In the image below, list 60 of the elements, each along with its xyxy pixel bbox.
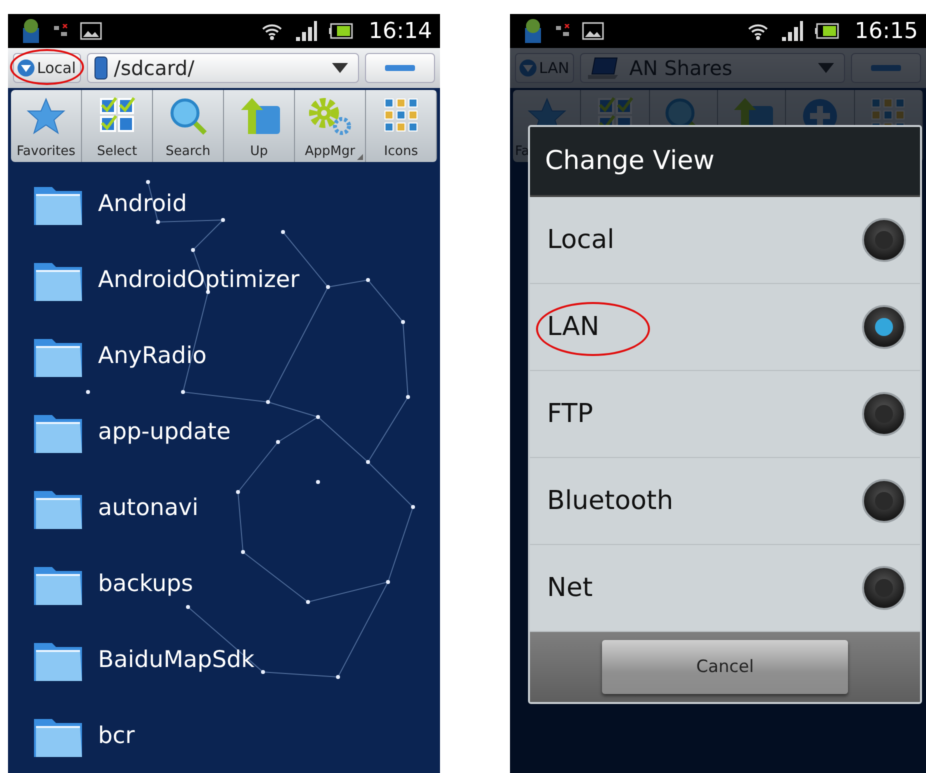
minus-icon (385, 65, 415, 71)
radio-button[interactable] (862, 479, 906, 523)
folder-name: AnyRadio (98, 343, 207, 369)
toolbar-button[interactable]: Select (82, 90, 153, 162)
dropdown-circle-icon (17, 59, 35, 77)
folder-name: bcr (98, 723, 135, 749)
view-option[interactable]: FTP (530, 371, 920, 458)
status-time: 16:15 (854, 18, 918, 44)
radio-button[interactable] (862, 566, 906, 610)
folder-name: backups (98, 571, 194, 597)
path-text: /sdcard/ (114, 56, 196, 80)
toolbar-button[interactable]: Search (153, 90, 224, 162)
path-text: AN Shares (629, 56, 734, 80)
folder-row[interactable]: Android (8, 166, 440, 242)
folder-row[interactable]: AndroidOptimizer (8, 242, 440, 318)
image-icon (80, 22, 102, 40)
app-box-icon (20, 18, 42, 44)
network-icon (54, 24, 68, 38)
app-box-icon (522, 18, 544, 44)
image-icon (582, 22, 604, 40)
radio-button[interactable] (862, 392, 906, 436)
status-time: 16:14 (368, 18, 432, 44)
checklist-icon (98, 96, 136, 134)
path-dropdown[interactable]: /sdcard/ (86, 53, 359, 83)
battery-icon (328, 23, 353, 39)
search-icon (168, 96, 208, 136)
view-option[interactable]: Local (530, 197, 920, 284)
folder-name: AndroidOptimizer (98, 267, 300, 293)
network-icon (556, 24, 570, 38)
signal-icon (780, 21, 803, 41)
grid-icon (382, 96, 420, 134)
radio-button[interactable] (862, 218, 906, 262)
cancel-button[interactable]: Cancel (602, 640, 848, 694)
signal-icon (294, 21, 317, 41)
toolbar-button[interactable]: Icons (366, 90, 437, 162)
view-option[interactable]: LAN (530, 284, 920, 371)
gears-icon (307, 96, 353, 136)
battery-icon (814, 23, 839, 39)
folder-row[interactable]: bcr (8, 698, 440, 773)
star-icon (26, 96, 66, 136)
phone-icon (94, 56, 108, 80)
folder-name: Android (98, 191, 187, 217)
folder-row[interactable]: autonavi (8, 470, 440, 546)
folder-name: autonavi (98, 495, 198, 521)
folder-name: BaiduMapSdk (98, 647, 254, 673)
folder-row[interactable]: backups (8, 546, 440, 622)
toolbar-button[interactable]: AppMgr (295, 90, 366, 162)
location-button[interactable]: Local (13, 53, 81, 83)
toolbar-button[interactable]: Up (224, 90, 295, 162)
caret-icon (332, 63, 348, 73)
collapse-button[interactable] (365, 53, 435, 83)
toolbar-button[interactable]: Favorites (11, 90, 82, 162)
folder-name: app-update (98, 419, 231, 445)
radio-button[interactable] (862, 305, 906, 349)
view-option[interactable]: Bluetooth (530, 458, 920, 545)
dialog-title: Change View (530, 127, 920, 197)
folder-row[interactable]: app-update (8, 394, 440, 470)
view-option[interactable]: Net (530, 545, 920, 632)
folder-row[interactable]: AnyRadio (8, 318, 440, 394)
folder-row[interactable]: BaiduMapSdk (8, 622, 440, 698)
